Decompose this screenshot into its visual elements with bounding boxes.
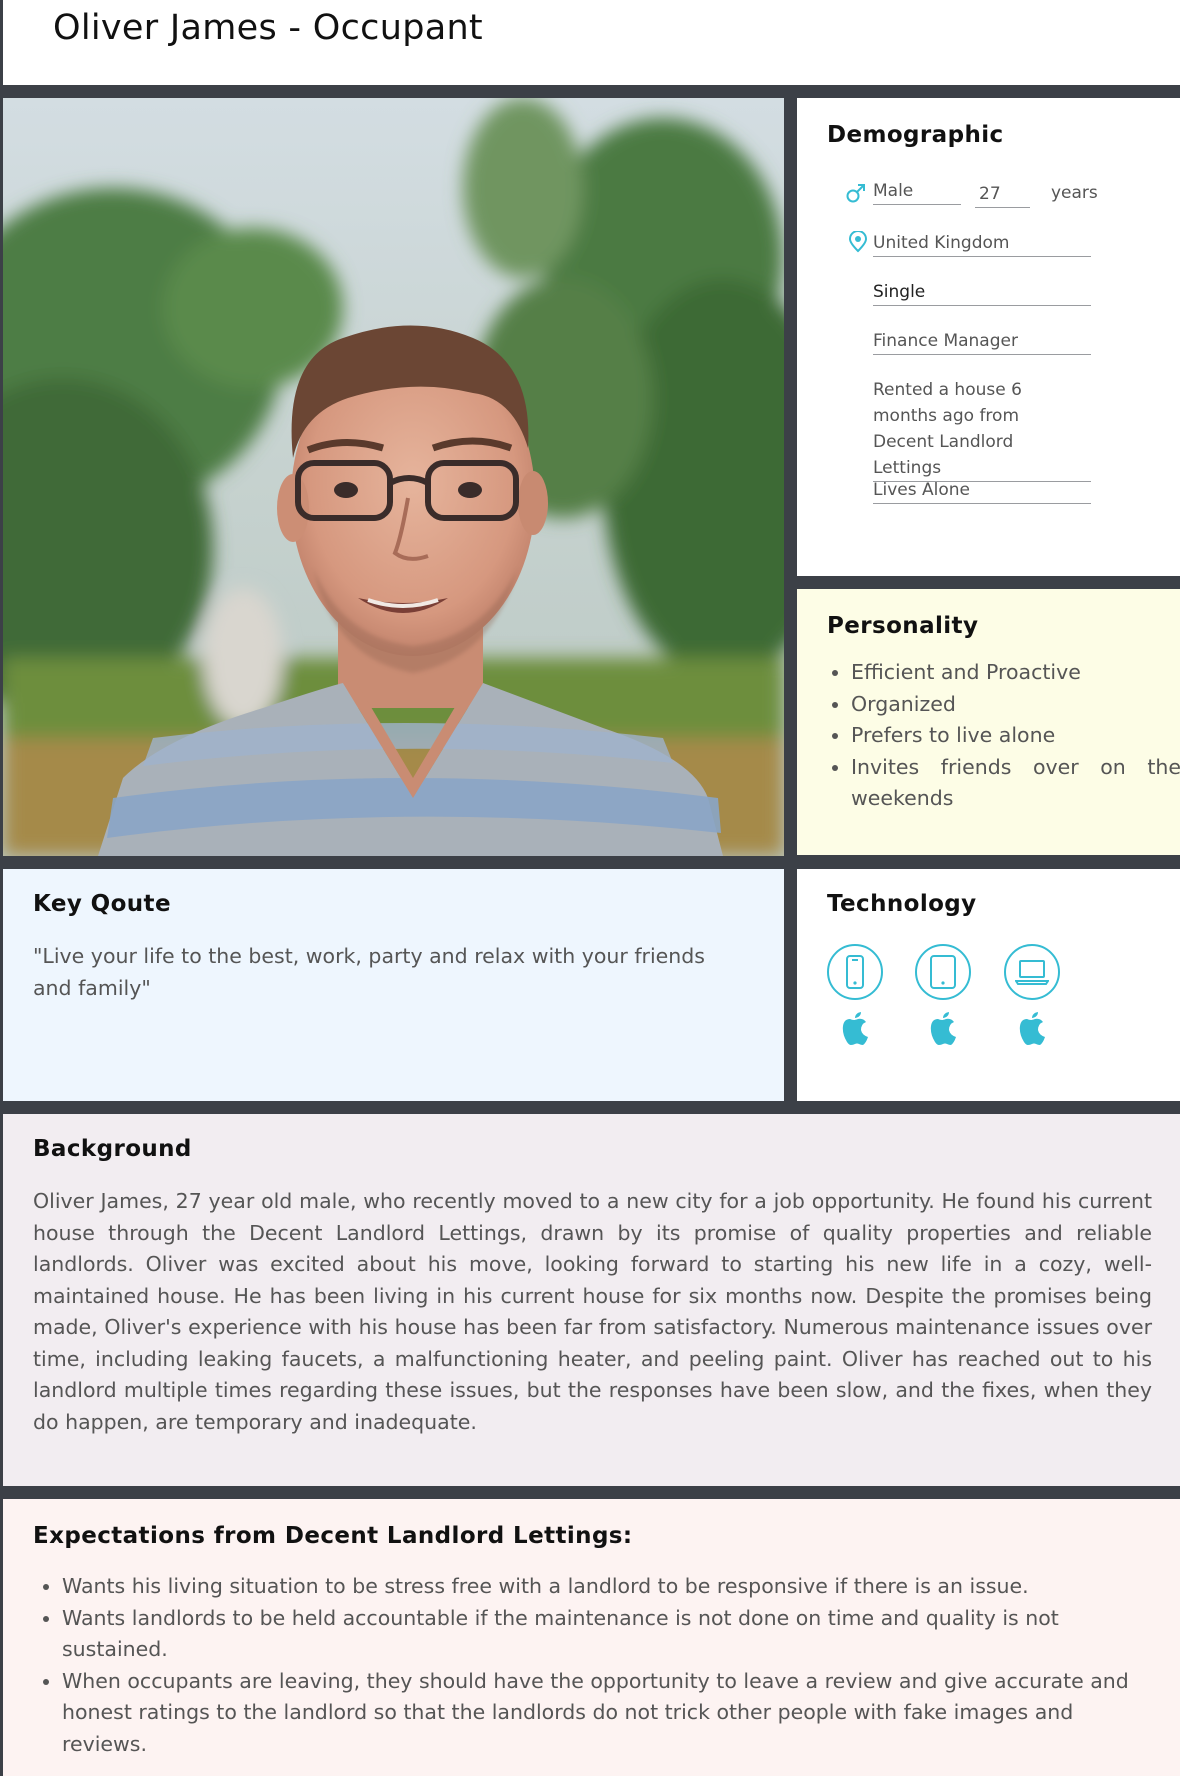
- technology-panel: Technology: [797, 869, 1180, 1101]
- residence-field: Rented a house 6 months ago from Decent …: [873, 377, 1091, 482]
- laptop-icon: [1004, 944, 1060, 1000]
- personality-list: Efficient and Proactive Organized Prefer…: [827, 657, 1180, 815]
- household-field: Lives Alone: [873, 477, 1091, 504]
- list-item: Invites friends over on the weekends: [851, 752, 1180, 815]
- apple-icon: [842, 1012, 868, 1045]
- tablet-icon: [915, 944, 971, 1000]
- age-field: 27: [975, 181, 1030, 208]
- list-item: When occupants are leaving, they should …: [62, 1666, 1162, 1761]
- expectations-heading: Expectations from Decent Landlord Lettin…: [33, 1523, 633, 1549]
- portrait-photo: [3, 98, 784, 856]
- demographic-heading: Demographic: [827, 122, 1004, 148]
- male-icon: [846, 184, 865, 203]
- expectations-panel: Expectations from Decent Landlord Lettin…: [3, 1499, 1180, 1776]
- list-item: Organized: [851, 689, 1180, 721]
- title-bar: Oliver James - Occupant: [0, 0, 1180, 85]
- gender-field: Male: [873, 178, 961, 205]
- key-quote-heading: Key Qoute: [33, 891, 171, 917]
- background-text: Oliver James, 27 year old male, who rece…: [33, 1189, 1152, 1434]
- list-item: Wants landlords to be held accountable i…: [62, 1603, 1162, 1666]
- background-heading: Background: [33, 1136, 192, 1162]
- list-item: Wants his living situation to be stress …: [62, 1571, 1162, 1603]
- page-title: Oliver James - Occupant: [53, 8, 483, 48]
- map-pin-icon: [848, 231, 868, 253]
- key-quote-panel: Key Qoute "Live your life to the best, w…: [3, 869, 784, 1101]
- technology-heading: Technology: [827, 891, 977, 917]
- apple-icon: [1019, 1012, 1045, 1045]
- status-field: Single: [873, 279, 1091, 306]
- portrait-illustration: [3, 98, 784, 856]
- age-unit-label: years: [1051, 183, 1098, 203]
- location-field: United Kingdom: [873, 230, 1091, 257]
- demographic-panel: Demographic Male 27 years United Kingdom…: [797, 98, 1180, 576]
- smartphone-icon: [827, 944, 883, 1000]
- personality-heading: Personality: [827, 613, 979, 639]
- personality-panel: Personality Efficient and Proactive Orga…: [797, 589, 1180, 855]
- list-item: Prefers to live alone: [851, 720, 1180, 752]
- expectations-list: Wants his living situation to be stress …: [33, 1571, 1162, 1760]
- key-quote-text: "Live your life to the best, work, party…: [33, 944, 705, 1000]
- list-item: Efficient and Proactive: [851, 657, 1180, 689]
- background-panel: Background Oliver James, 27 year old mal…: [3, 1114, 1180, 1486]
- apple-icon: [930, 1012, 956, 1045]
- occupation-field: Finance Manager: [873, 328, 1091, 355]
